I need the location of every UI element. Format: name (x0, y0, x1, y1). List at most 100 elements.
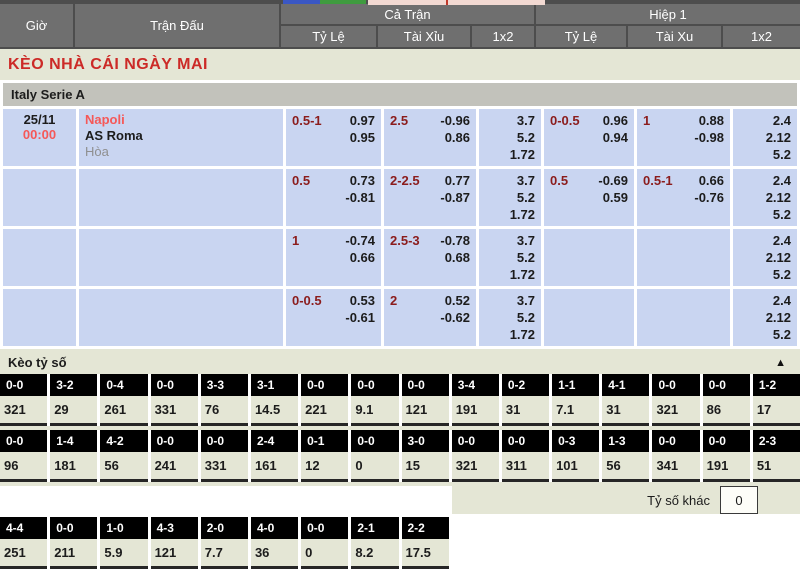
score-odds[interactable]: 331 (201, 452, 248, 479)
h1-1x2-home[interactable]: 2.4 (773, 292, 791, 309)
score-odds[interactable]: 76 (201, 396, 248, 423)
h1-overunder-cell[interactable] (637, 229, 730, 286)
h1-1x2-cell[interactable]: 2.4 2.12 5.2 (733, 289, 797, 346)
score-bet-cell[interactable]: 2-2 17.5 (402, 517, 449, 569)
ft-handicap-odds-home[interactable]: 0.53 (350, 292, 375, 309)
h1-overunder-cell[interactable] (637, 289, 730, 346)
score-bet-cell[interactable]: 1-1 7.1 (552, 374, 599, 426)
score-odds[interactable]: 321 (652, 396, 699, 423)
score-odds[interactable]: 15 (402, 452, 449, 479)
score-odds[interactable]: 17.5 (402, 539, 449, 566)
score-bet-cell[interactable]: 0-0 191 (703, 430, 750, 482)
score-bet-cell[interactable]: 0-0 211 (50, 517, 97, 569)
ft-1x2-away[interactable]: 1.72 (510, 266, 535, 283)
ft-1x2-cell[interactable]: 3.7 5.2 1.72 (479, 229, 541, 286)
h1-under-odds[interactable]: -0.76 (694, 189, 724, 206)
h1-1x2-away[interactable]: 5.2 (773, 206, 791, 223)
score-odds[interactable]: 121 (151, 539, 198, 566)
score-bet-cell[interactable]: 3-4 191 (452, 374, 499, 426)
ft-under-odds[interactable]: 0.68 (445, 249, 470, 266)
h1-handicap-cell[interactable] (544, 289, 634, 346)
score-bet-cell[interactable]: 1-0 5.9 (100, 517, 147, 569)
h1-1x2-draw[interactable]: 2.12 (766, 129, 791, 146)
ft-1x2-away[interactable]: 1.72 (510, 206, 535, 223)
h1-1x2-draw[interactable]: 2.12 (766, 249, 791, 266)
score-bet-cell[interactable]: 0-0 321 (0, 374, 47, 426)
ft-1x2-home[interactable]: 3.7 (517, 172, 535, 189)
score-odds[interactable]: 56 (602, 452, 649, 479)
score-odds[interactable]: 0 (301, 539, 348, 566)
score-bet-cell[interactable]: 0-0 121 (402, 374, 449, 426)
ft-1x2-draw[interactable]: 5.2 (517, 189, 535, 206)
score-bet-cell[interactable]: 3-2 29 (50, 374, 97, 426)
score-bet-cell[interactable]: 3-3 76 (201, 374, 248, 426)
ft-handicap-odds-away[interactable]: -0.61 (345, 309, 375, 326)
score-odds[interactable]: 261 (100, 396, 147, 423)
ft-1x2-draw[interactable]: 5.2 (517, 129, 535, 146)
score-bet-cell[interactable]: 4-3 121 (151, 517, 198, 569)
score-odds[interactable]: 331 (151, 396, 198, 423)
score-bet-cell[interactable]: 2-4 161 (251, 430, 298, 482)
ft-handicap-odds-away[interactable]: 0.66 (350, 249, 375, 266)
ft-handicap-cell[interactable]: 1 -0.74 0.66 (286, 229, 381, 286)
score-odds[interactable]: 17 (753, 396, 800, 423)
ft-1x2-home[interactable]: 3.7 (517, 292, 535, 309)
score-bet-cell[interactable]: 0-0 96 (0, 430, 47, 482)
ft-1x2-draw[interactable]: 5.2 (517, 309, 535, 326)
score-bet-cell[interactable]: 0-0 0 (301, 517, 348, 569)
score-bet-cell[interactable]: 0-0 86 (703, 374, 750, 426)
collapse-arrow-icon[interactable]: ▲ (775, 357, 786, 369)
ft-handicap-odds-away[interactable]: -0.81 (345, 189, 375, 206)
score-odds[interactable]: 101 (552, 452, 599, 479)
h1-overunder-cell[interactable]: 1 0.88 -0.98 (637, 109, 730, 166)
h1-handicap-odds-home[interactable]: -0.69 (598, 172, 628, 189)
score-odds[interactable]: 191 (703, 452, 750, 479)
score-bet-cell[interactable]: 2-0 7.7 (201, 517, 248, 569)
h1-1x2-draw[interactable]: 2.12 (766, 189, 791, 206)
score-odds[interactable]: 321 (0, 396, 47, 423)
score-odds[interactable]: 14.5 (251, 396, 298, 423)
ft-over-odds[interactable]: 0.77 (445, 172, 470, 189)
h1-1x2-draw[interactable]: 2.12 (766, 309, 791, 326)
score-bet-cell[interactable]: 1-3 56 (602, 430, 649, 482)
score-odds[interactable]: 0 (351, 452, 398, 479)
score-bet-cell[interactable]: 1-2 17 (753, 374, 800, 426)
score-bet-cell[interactable]: 4-2 56 (100, 430, 147, 482)
h1-1x2-home[interactable]: 2.4 (773, 172, 791, 189)
ft-handicap-odds-home[interactable]: 0.97 (350, 112, 375, 129)
ft-overunder-cell[interactable]: 2-2.5 0.77 -0.87 (384, 169, 476, 226)
score-bet-cell[interactable]: 0-0 311 (502, 430, 549, 482)
score-bet-cell[interactable]: 0-0 321 (452, 430, 499, 482)
ft-handicap-cell[interactable]: 0.5-1 0.97 0.95 (286, 109, 381, 166)
h1-over-odds[interactable]: 0.88 (699, 112, 724, 129)
ft-1x2-cell[interactable]: 3.7 5.2 1.72 (479, 289, 541, 346)
score-odds[interactable]: 181 (50, 452, 97, 479)
score-bet-cell[interactable]: 0-0 221 (301, 374, 348, 426)
h1-1x2-home[interactable]: 2.4 (773, 112, 791, 129)
score-odds[interactable]: 29 (50, 396, 97, 423)
h1-under-odds[interactable]: -0.98 (694, 129, 724, 146)
home-team[interactable]: Napoli (85, 112, 277, 128)
h1-1x2-cell[interactable]: 2.4 2.12 5.2 (733, 229, 797, 286)
score-bet-cell[interactable]: 0-4 261 (100, 374, 147, 426)
score-bet-cell[interactable]: 0-0 321 (652, 374, 699, 426)
score-odds[interactable]: 5.9 (100, 539, 147, 566)
h1-handicap-cell[interactable]: 0.5 -0.69 0.59 (544, 169, 634, 226)
score-odds[interactable]: 56 (100, 452, 147, 479)
ft-handicap-cell[interactable]: 0-0.5 0.53 -0.61 (286, 289, 381, 346)
ft-1x2-away[interactable]: 1.72 (510, 146, 535, 163)
score-odds[interactable]: 36 (251, 539, 298, 566)
score-bet-cell[interactable]: 0-2 31 (502, 374, 549, 426)
ft-over-odds[interactable]: 0.52 (445, 292, 470, 309)
ft-handicap-odds-away[interactable]: 0.95 (350, 129, 375, 146)
ft-overunder-cell[interactable]: 2.5-3 -0.78 0.68 (384, 229, 476, 286)
score-odds[interactable]: 51 (753, 452, 800, 479)
score-bet-cell[interactable]: 0-3 101 (552, 430, 599, 482)
score-odds[interactable]: 341 (652, 452, 699, 479)
ft-handicap-cell[interactable]: 0.5 0.73 -0.81 (286, 169, 381, 226)
h1-1x2-cell[interactable]: 2.4 2.12 5.2 (733, 169, 797, 226)
score-bet-cell[interactable]: 3-0 15 (402, 430, 449, 482)
h1-handicap-cell[interactable] (544, 229, 634, 286)
h1-handicap-odds-away[interactable]: 0.59 (603, 189, 628, 206)
score-bet-cell[interactable]: 0-0 9.1 (351, 374, 398, 426)
